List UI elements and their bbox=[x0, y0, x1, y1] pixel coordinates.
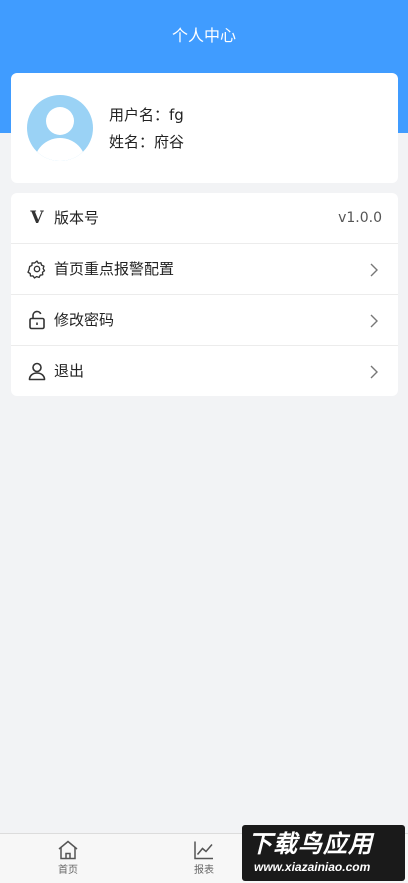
tab-home-label: 首页 bbox=[58, 865, 78, 876]
avatar-head bbox=[46, 107, 74, 135]
home-icon bbox=[58, 840, 78, 860]
username-text: 用户名：fg bbox=[109, 106, 184, 124]
watermark-logo: 下载鸟应用 www.xiazainiao.com bbox=[242, 825, 405, 881]
chevron-right-icon bbox=[370, 365, 378, 379]
menu-item-label: 修改密码 bbox=[54, 311, 115, 329]
menu-item-label: 首页重点报警配置 bbox=[54, 260, 175, 278]
avatar-shoulders bbox=[34, 138, 86, 161]
watermark-main-text: 下载鸟应用 bbox=[248, 830, 373, 858]
menu-item-change-password[interactable]: 修改密码 bbox=[11, 295, 398, 346]
v-icon: V bbox=[30, 208, 44, 228]
user-icon bbox=[26, 360, 48, 382]
chevron-right-icon bbox=[370, 263, 378, 277]
tab-home[interactable]: 首页 bbox=[38, 834, 98, 883]
lock-icon bbox=[26, 309, 48, 331]
watermark-url-text: www.xiazainiao.com bbox=[254, 860, 371, 874]
menu-item-logout[interactable]: 退出 bbox=[11, 346, 398, 397]
avatar bbox=[27, 95, 93, 161]
tab-report[interactable]: 报表 bbox=[174, 834, 234, 883]
version-value: v1.0.0 bbox=[338, 210, 382, 226]
realname-text: 姓名：府谷 bbox=[109, 133, 185, 151]
page-title: 个人中心 bbox=[171, 26, 236, 45]
menu-item-label: 退出 bbox=[54, 362, 85, 380]
menu-item-label: 版本号 bbox=[54, 209, 100, 227]
gear-icon bbox=[26, 258, 48, 280]
menu-item-version: V 版本号 v1.0.0 bbox=[11, 193, 398, 244]
chevron-right-icon bbox=[370, 314, 378, 328]
profile-card: 用户名：fg 姓名：府谷 bbox=[11, 73, 398, 183]
chart-icon bbox=[194, 841, 213, 860]
tab-report-label: 报表 bbox=[194, 865, 214, 876]
menu-item-alarm-config[interactable]: 首页重点报警配置 bbox=[11, 244, 398, 295]
menu-card: V 版本号 v1.0.0 首页重点报警配置 修改密码 退出 bbox=[11, 193, 398, 396]
